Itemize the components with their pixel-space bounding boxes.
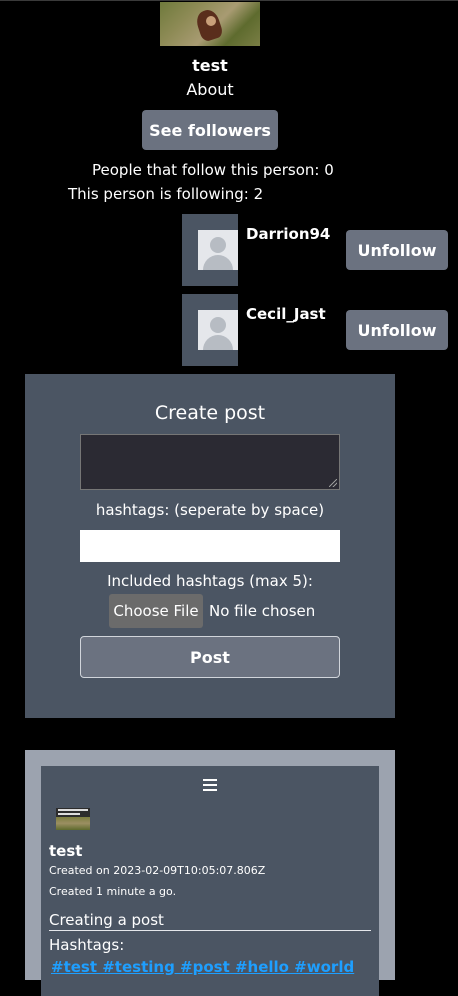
avatar-placeholder-icon [198, 230, 238, 270]
post-created-on: Created on 2023-02-09T10:05:07.806Z [49, 864, 266, 877]
post-created-ago: Created 1 minute a go. [49, 885, 177, 898]
create-post-title: Create post [154, 402, 266, 424]
following-card [182, 294, 238, 366]
see-followers-button[interactable]: See followers [142, 110, 278, 150]
post-hashtag-links[interactable]: #test #testing #post #hello #world [51, 958, 354, 976]
unfollow-button[interactable]: Unfollow [346, 230, 448, 270]
following-username[interactable]: Darrion94 [246, 225, 330, 243]
hashtags-input[interactable] [80, 530, 340, 562]
post-hashtags-title: Hashtags: [49, 936, 125, 954]
profile-about: About [186, 80, 234, 99]
following-card [182, 214, 238, 286]
following-count-text: This person is following: 2 [68, 185, 264, 203]
post-author-username[interactable]: test [49, 842, 82, 860]
included-hashtags-label: Included hashtags (max 5): [107, 572, 313, 590]
avatar-placeholder-icon [198, 310, 238, 350]
profile-image-face [206, 16, 216, 26]
post-author-avatar [56, 808, 90, 830]
file-status-text: No file chosen [209, 602, 316, 620]
profile-image [160, 2, 260, 46]
profile-username: test [192, 56, 228, 75]
hashtags-label: hashtags: (seperate by space) [95, 501, 325, 519]
post-button[interactable]: Post [80, 636, 340, 678]
create-post-panel: Create post hashtags: (seperate by space… [25, 374, 395, 718]
feed-container: test Created on 2023-02-09T10:05:07.806Z… [25, 750, 395, 996]
top-border [0, 0, 458, 1]
post-divider [49, 930, 371, 931]
following-username[interactable]: Cecil_Jast [246, 305, 326, 323]
choose-file-button[interactable]: Choose File [109, 594, 203, 628]
resize-grip-icon[interactable] [329, 479, 337, 487]
post-card: test Created on 2023-02-09T10:05:07.806Z… [41, 766, 379, 996]
followers-count-text: People that follow this person: 0 [92, 161, 334, 179]
unfollow-button[interactable]: Unfollow [346, 310, 448, 350]
post-text-input[interactable] [80, 434, 340, 490]
post-body-text: Creating a post [49, 911, 164, 929]
menu-icon[interactable] [203, 779, 217, 791]
